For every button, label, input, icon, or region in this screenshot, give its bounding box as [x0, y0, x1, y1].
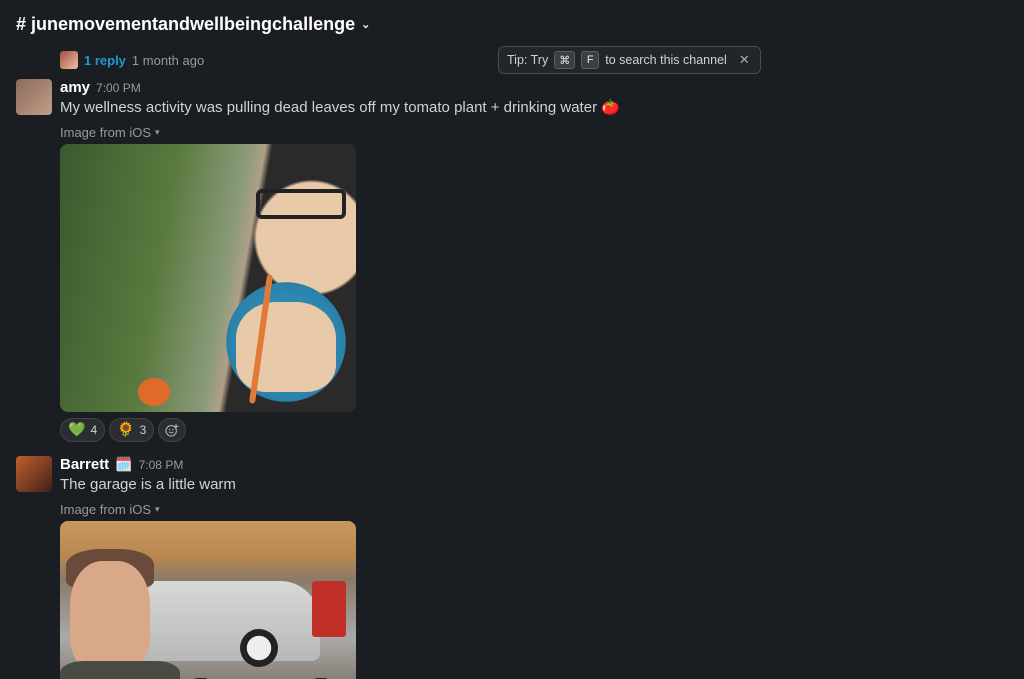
- channel-name-text: # junemovementandwellbeingchallenge: [16, 14, 355, 35]
- add-reaction-icon: [164, 422, 180, 438]
- reactions-bar: 💚 4 🌻 3: [60, 418, 1004, 442]
- photo-placeholder: [60, 521, 356, 679]
- reply-age: 1 month ago: [132, 53, 204, 68]
- reaction-pill[interactable]: 🌻 3: [109, 418, 154, 442]
- reply-avatar: [60, 51, 78, 69]
- status-emoji: 🗓️: [115, 456, 132, 473]
- timestamp[interactable]: 7:00 PM: [96, 81, 141, 95]
- message-row[interactable]: Barrett 🗓️ 7:08 PM The garage is a littl…: [0, 452, 1024, 679]
- reaction-pill[interactable]: 💚 4: [60, 418, 105, 442]
- message-header: amy 7:00 PM: [60, 79, 1004, 96]
- green-heart-icon: 💚: [68, 421, 85, 438]
- attachment-image[interactable]: [60, 521, 356, 679]
- avatar[interactable]: [16, 456, 52, 492]
- channel-name-button[interactable]: # junemovementandwellbeingchallenge ⌄: [16, 14, 370, 35]
- sunflower-icon: 🌻: [117, 421, 134, 438]
- gutter: [16, 49, 52, 75]
- add-reaction-button[interactable]: [158, 418, 186, 442]
- kbd-f: F: [581, 51, 599, 69]
- message-text: My wellness activity was pulling dead le…: [60, 96, 1004, 119]
- attachment-label-row[interactable]: Image from iOS ▾: [60, 502, 1004, 517]
- attachment-label-row[interactable]: Image from iOS ▾: [60, 125, 1004, 140]
- reply-count-link[interactable]: 1 reply: [84, 53, 126, 68]
- kbd-cmd: ⌘: [554, 51, 575, 69]
- chevron-down-icon: ⌄: [361, 18, 370, 31]
- user-name[interactable]: amy: [60, 79, 90, 96]
- user-name[interactable]: Barrett: [60, 456, 109, 473]
- tip-suffix: to search this channel: [605, 53, 727, 67]
- reaction-count: 3: [140, 423, 147, 437]
- avatar[interactable]: [16, 79, 52, 115]
- photo-placeholder: [60, 144, 356, 412]
- search-tip-banner: Tip: Try ⌘ F to search this channel ✕: [498, 46, 761, 74]
- attachment-label: Image from iOS: [60, 125, 151, 140]
- message-header: Barrett 🗓️ 7:08 PM: [60, 456, 1004, 473]
- attachment-image[interactable]: [60, 144, 356, 412]
- attachment-label: Image from iOS: [60, 502, 151, 517]
- message-list: 1 reply 1 month ago amy 7:00 PM My welln…: [0, 49, 1024, 679]
- message-body: amy 7:00 PM My wellness activity was pul…: [60, 79, 1004, 442]
- timestamp[interactable]: 7:08 PM: [139, 458, 184, 472]
- channel-header: # junemovementandwellbeingchallenge ⌄: [0, 0, 1024, 49]
- tip-prefix: Tip: Try: [507, 53, 548, 67]
- chevron-down-icon: ▾: [155, 504, 160, 515]
- message-text: The garage is a little warm: [60, 473, 1004, 496]
- message-body: Barrett 🗓️ 7:08 PM The garage is a littl…: [60, 456, 1004, 679]
- close-icon[interactable]: ✕: [737, 52, 752, 68]
- message-row[interactable]: amy 7:00 PM My wellness activity was pul…: [0, 75, 1024, 446]
- reaction-count: 4: [90, 423, 97, 437]
- chevron-down-icon: ▾: [155, 127, 160, 138]
